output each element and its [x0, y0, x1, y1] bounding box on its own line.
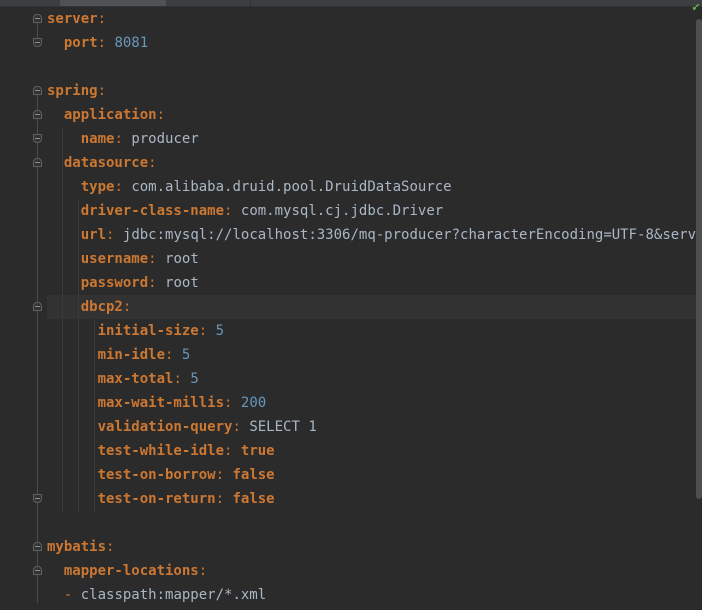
fold-line	[37, 527, 38, 603]
fold-marker-mapper-locations[interactable]	[33, 566, 42, 575]
vertical-scrollbar[interactable]	[696, 7, 702, 610]
code-line-spring: spring:	[47, 83, 107, 99]
yaml-key: port	[63, 35, 98, 51]
code-line-min-idle: min-idle: 5	[97, 347, 191, 363]
yaml-value: 200	[240, 395, 267, 411]
yaml-value: jdbc:mysql://localhost:3306/mq-producer?…	[122, 227, 702, 243]
fold-line	[37, 95, 38, 591]
code-line-type: type: com.alibaba.druid.pool.DruidDataSo…	[80, 179, 452, 195]
fold-marker-server[interactable]	[33, 14, 42, 23]
editor-tab-active[interactable]	[60, 0, 167, 6]
yaml-key: mapper-locations	[63, 563, 199, 579]
yaml-key: test-while-idle	[97, 443, 225, 459]
yaml-value: true	[240, 443, 275, 459]
code-line-test-on-borrow: test-on-borrow: false	[97, 467, 275, 483]
editor-tab-strip	[0, 0, 702, 7]
yaml-value: root	[165, 251, 199, 267]
yaml-value: classpath:mapper/*.xml	[80, 587, 267, 603]
yaml-value: 5	[190, 371, 199, 387]
yaml-key: max-total	[97, 371, 174, 387]
yaml-key: name	[80, 131, 115, 147]
yaml-value: com.mysql.cj.jdbc.Driver	[240, 203, 444, 219]
scrollbar-thumb[interactable]	[696, 19, 702, 499]
code-line-mapper-locations: mapper-locations:	[63, 563, 208, 579]
code-line-name: name: producer	[80, 131, 199, 147]
yaml-key: datasource	[63, 155, 149, 171]
code-line-password: password: root	[80, 275, 199, 291]
yaml-value: 5	[215, 323, 225, 339]
code-line-initial-size: initial-size: 5	[97, 323, 225, 339]
code-area[interactable]: server: port: 8081 spring: application: …	[47, 7, 702, 610]
code-line-server: server:	[47, 11, 107, 27]
yaml-key: max-wait-millis	[97, 395, 225, 411]
yaml-key: initial-size	[97, 323, 199, 339]
code-line-datasource: datasource:	[63, 155, 157, 171]
yaml-key: mybatis	[47, 539, 107, 555]
yaml-key: application	[63, 107, 157, 123]
code-line-test-while-idle: test-while-idle: true	[97, 443, 275, 459]
code-line-dbcp2: dbcp2:	[80, 299, 132, 315]
code-line-mybatis: mybatis:	[47, 539, 115, 555]
code-line-max-wait-millis: max-wait-millis: 200	[97, 395, 267, 411]
code-line-url: url: jdbc:mysql://localhost:3306/mq-prod…	[47, 223, 702, 247]
code-line-test-on-return: test-on-return: false	[97, 491, 275, 507]
yaml-key: username	[80, 251, 149, 267]
editor-gutter	[0, 7, 46, 610]
fold-marker-mybatis[interactable]	[33, 542, 42, 551]
yaml-value: false	[232, 491, 275, 507]
yaml-value: SELECT 1	[249, 419, 317, 435]
fold-marker-dbcp2[interactable]	[33, 302, 42, 311]
yaml-key: dbcp2	[80, 299, 123, 315]
code-line-port: port: 8081	[63, 35, 149, 51]
fold-marker-datasource[interactable]	[33, 158, 42, 167]
fold-line	[37, 23, 38, 39]
code-line-validation-query: validation-query: SELECT 1	[97, 419, 317, 435]
yaml-key: driver-class-name	[80, 203, 225, 219]
yaml-key: spring	[47, 83, 98, 99]
yaml-key: test-on-borrow	[97, 467, 216, 483]
yaml-key: validation-query	[97, 419, 233, 435]
fold-marker-spring[interactable]	[33, 86, 42, 95]
fold-marker-application[interactable]	[33, 110, 42, 119]
yaml-list-dash: -	[63, 587, 73, 603]
fold-marker-dbcp2-end[interactable]	[33, 494, 42, 503]
yaml-value: 5	[181, 347, 191, 363]
code-line-driver-class-name: driver-class-name: com.mysql.cj.jdbc.Dri…	[80, 203, 444, 219]
yaml-value: producer	[131, 131, 199, 147]
editor-window: ✔ server: port: 8081 spring: applicat	[0, 0, 702, 610]
yaml-key: test-on-return	[97, 491, 216, 507]
yaml-key: min-idle	[97, 347, 166, 363]
editor-tab[interactable]	[166, 0, 251, 6]
code-line-application: application:	[63, 107, 166, 123]
yaml-value: false	[232, 467, 275, 483]
yaml-key: server	[47, 11, 98, 27]
fold-marker-server-end[interactable]	[33, 38, 42, 47]
yaml-value: com.alibaba.druid.pool.DruidDataSource	[131, 179, 452, 195]
fold-marker-application-end[interactable]	[33, 134, 42, 143]
yaml-key: password	[80, 275, 149, 291]
yaml-value: root	[165, 275, 199, 291]
code-line-mapper-location-item: - classpath:mapper/*.xml	[47, 583, 266, 607]
code-line-username: username: root	[80, 251, 199, 267]
code-line-max-total: max-total: 5	[97, 371, 199, 387]
yaml-value: 8081	[114, 35, 149, 51]
yaml-key: url	[80, 227, 107, 243]
current-line-highlight	[47, 295, 696, 319]
yaml-key: type	[80, 179, 115, 195]
